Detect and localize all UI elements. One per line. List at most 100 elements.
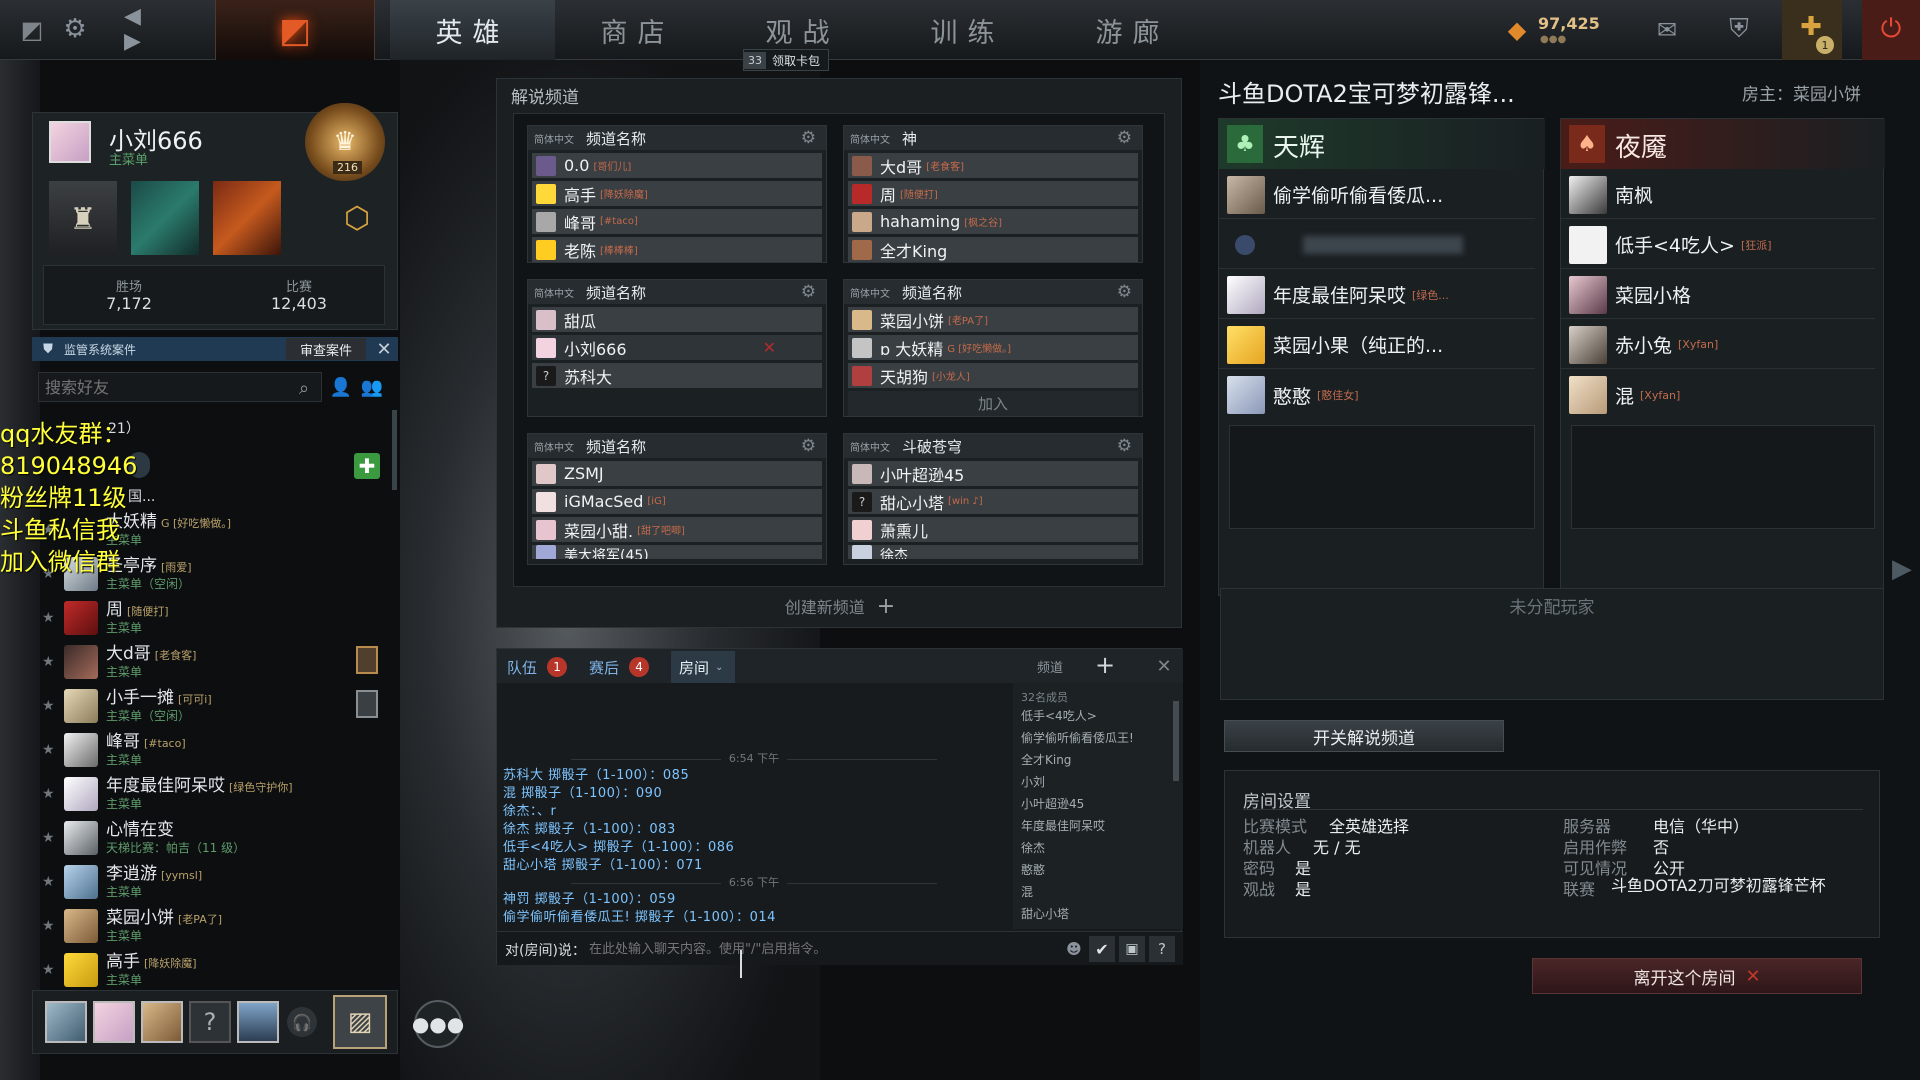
player-slot[interactable]: 南枫	[1561, 171, 1875, 219]
friends-scrollbar[interactable]	[392, 410, 397, 490]
search-icon[interactable]: ⌕	[293, 377, 315, 399]
list-item[interactable]: ★ 大d哥 [老食客] 主菜单	[40, 640, 400, 684]
list-item[interactable]: ★ 周 [随便打] 主菜单	[40, 596, 400, 640]
party-avatar-5[interactable]	[237, 1001, 279, 1043]
channel-member[interactable]: hahaming [枫之谷]	[848, 209, 1138, 234]
channel-member[interactable]: iGMacSed [iG]	[532, 489, 822, 514]
member-scrollbar[interactable]	[1173, 701, 1179, 781]
channel-member[interactable]: 大d哥 [老食客]	[848, 153, 1138, 178]
expand-arrow-icon[interactable]: ▶	[1890, 552, 1914, 586]
channel-member[interactable]: 峰哥 [#taco]	[532, 209, 822, 234]
party-avatar-2[interactable]	[93, 1001, 135, 1043]
channel-member[interactable]: ? 甜心小塔 [win ♪]	[848, 489, 1138, 514]
chat-wheel-icon[interactable]: ●●●	[412, 1000, 464, 1048]
broadcast-channel-4[interactable]: 简体中文 频道名称 ⚙ 菜园小饼 [老PA了] ɒ 大妖精 G [好吃懒做。] 天胡狗[…	[843, 279, 1143, 417]
channel-member[interactable]: ZSMJ	[532, 461, 822, 486]
exit-button[interactable]: ⏻	[1862, 0, 1920, 60]
star-icon[interactable]: ★	[42, 610, 58, 626]
mail-icon[interactable]: ✉	[1650, 16, 1684, 44]
chat-input[interactable]	[589, 938, 949, 960]
join-channel-button[interactable]: 加入	[848, 391, 1138, 416]
hero-slot-2[interactable]	[213, 181, 281, 255]
party-avatar-1[interactable]	[45, 1001, 87, 1043]
emoji-icon[interactable]: ☻	[1065, 940, 1083, 958]
voice-icon[interactable]: 🎧	[287, 1007, 317, 1037]
empty-party-slot-icon[interactable]: ?	[189, 1001, 231, 1043]
party-status-icon[interactable]: ▨	[333, 995, 387, 1049]
player-slot[interactable]: 混 [Xyfan]	[1561, 371, 1875, 419]
broadcast-channel-1[interactable]: 简体中文 频道名称 ⚙ 0.0 [哥们儿] 高手 [降妖除魔] 峰哥 [#taco] 老陈…	[527, 125, 827, 263]
list-item[interactable]: ★ 年度最佳阿呆哎 [绿色守护你] 主菜单	[40, 772, 400, 816]
bookmark-icon[interactable]	[356, 646, 378, 674]
list-item[interactable]: ★ 小手一摊 [可可i] 主菜单（空闲）	[40, 684, 400, 728]
gear-icon[interactable]: ⚙	[801, 436, 816, 456]
radiant-coach-slot[interactable]	[1229, 425, 1535, 529]
gear-icon[interactable]: ⚙	[1117, 128, 1132, 148]
channel-member[interactable]: 0.0 [哥们儿]	[532, 153, 822, 178]
player-slot[interactable]: 年度最佳阿呆哎 [绿色...	[1219, 271, 1535, 319]
nav-arcade[interactable]: 游廊	[1050, 0, 1215, 60]
search-field[interactable]: ⌕	[38, 372, 322, 402]
channel-member[interactable]: ɒ 大妖精 G [好吃懒做。]	[848, 335, 1138, 360]
nav-heroes[interactable]: 英雄	[390, 0, 555, 60]
gear-icon[interactable]: ⚙	[801, 282, 816, 302]
member-item[interactable]: 全才King	[1013, 749, 1183, 771]
channel-member[interactable]: 高手 [降妖除魔]	[532, 181, 822, 206]
gear-icon[interactable]: ⚙	[801, 128, 816, 148]
channel-member[interactable]: 小叶超逊45	[848, 461, 1138, 486]
play-dota-button[interactable]: ◩	[215, 0, 375, 60]
broadcast-channel-6[interactable]: 简体中文 斗破苍穹 ⚙ 小叶超逊45 ? 甜心小塔 [win ♪] 萧熏儿 徐杰	[843, 433, 1143, 565]
member-item[interactable]: 甜瓜	[1013, 925, 1183, 929]
toggle-broadcast-button[interactable]: 开关解说频道	[1224, 720, 1504, 752]
player-slot[interactable]	[1219, 221, 1535, 269]
broadcast-channel-2[interactable]: 简体中文神 ⚙ 大d哥 [老食客] 周 [随便打] hahaming [枫之谷] 全才K…	[843, 125, 1143, 263]
star-icon[interactable]: ★	[42, 698, 58, 714]
member-item[interactable]: 年度最佳阿呆哎	[1013, 815, 1183, 837]
channel-member[interactable]: 菜园小甜. [甜了吧唧]	[532, 517, 822, 542]
star-icon[interactable]: ★	[42, 786, 58, 802]
member-item[interactable]: 小刘	[1013, 771, 1183, 793]
add-friend-icon[interactable]: 👤	[328, 376, 354, 398]
list-item[interactable]: ★ 高手 [降妖除魔] 主菜单	[40, 948, 400, 992]
screenshot-icon[interactable]: ▣	[1119, 936, 1145, 962]
channel-member[interactable]: 徐杰	[848, 545, 1138, 559]
star-icon[interactable]: ★	[42, 962, 58, 978]
courier-slot[interactable]: ♜	[49, 181, 117, 255]
channel-member[interactable]: 美大将军(45)	[532, 545, 822, 559]
list-item[interactable]: ★ 峰哥 [#taco] 主菜单	[40, 728, 400, 772]
member-item[interactable]: 徐杰	[1013, 837, 1183, 859]
hero-slot-1[interactable]	[131, 181, 199, 255]
player-slot[interactable]: 憨憨 [憨佳女]	[1219, 371, 1535, 419]
plus-button[interactable]: ✚ 1	[1782, 0, 1842, 60]
player-slot[interactable]: 偷学偷听偷看倭瓜...	[1219, 171, 1535, 219]
dire-coach-slot[interactable]	[1571, 425, 1875, 529]
channel-member[interactable]: 菜园小饼 [老PA了]	[848, 307, 1138, 332]
cardpack-tooltip[interactable]: 33 领取卡包	[743, 49, 830, 71]
star-icon[interactable]: ★	[42, 918, 58, 934]
player-slot[interactable]: 菜园小果（纯正的...	[1219, 321, 1535, 369]
check-icon[interactable]: ✔	[1089, 936, 1115, 962]
member-item[interactable]: 憨憨	[1013, 859, 1183, 881]
gear-icon[interactable]: ⚙	[1117, 282, 1132, 302]
dota-plus-badge-icon[interactable]: ⬡	[337, 197, 377, 239]
member-item[interactable]: 混	[1013, 881, 1183, 903]
review-case-button[interactable]: 审查案件	[286, 338, 366, 360]
nav-learn[interactable]: 训练	[885, 0, 1050, 60]
close-icon[interactable]: ✕	[374, 339, 394, 360]
star-icon[interactable]: ★	[42, 654, 58, 670]
party-avatar-3[interactable]	[141, 1001, 183, 1043]
channel-member[interactable]: 周 [随便打]	[848, 181, 1138, 206]
channel-member[interactable]: 全才King	[848, 237, 1138, 262]
channel-member[interactable]: 天胡狗 [小龙人]	[848, 363, 1138, 388]
member-item[interactable]: 低手<4吃人>	[1013, 705, 1183, 727]
channel-member[interactable]: 甜瓜	[532, 307, 822, 332]
unassigned-players[interactable]: 未分配玩家	[1220, 588, 1884, 700]
leave-lobby-button[interactable]: 离开这个房间 ✕	[1532, 958, 1862, 994]
back-forward-icon[interactable]: ◀ ▶	[124, 4, 164, 54]
star-icon[interactable]: ★	[42, 830, 58, 846]
member-item[interactable]: 偷学偷听偷看倭瓜王!	[1013, 727, 1183, 749]
kick-icon[interactable]: ✕	[763, 338, 776, 357]
list-item[interactable]: ★ 心情在变 天梯比赛：帕吉（11 级）	[40, 816, 400, 860]
tab-team[interactable]: 队伍 1	[507, 655, 568, 679]
gear-icon[interactable]: ⚙	[1117, 436, 1132, 456]
